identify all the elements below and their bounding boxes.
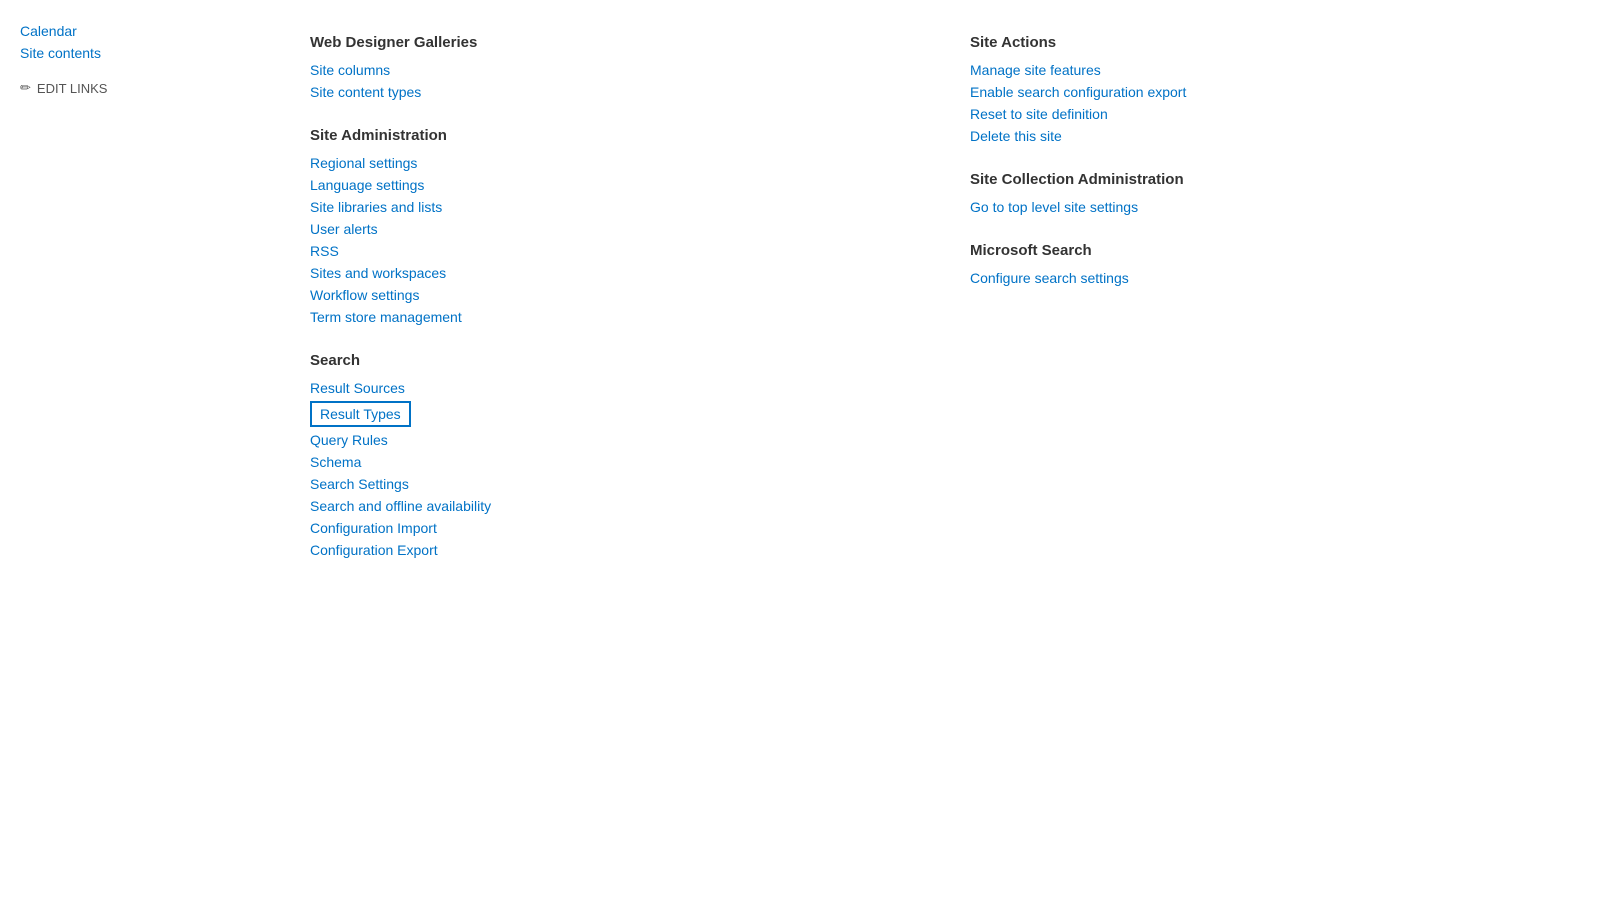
right-column: Site Actions Manage site features Enable…: [970, 10, 1470, 882]
sidebar-item-site-contents[interactable]: Site contents: [20, 42, 250, 64]
edit-links-button[interactable]: ✏ EDIT LINKS: [20, 80, 250, 96]
link-manage-site-features[interactable]: Manage site features: [970, 59, 1470, 81]
page-wrapper: Calendar Site contents ✏ EDIT LINKS Web …: [0, 0, 1600, 922]
section-heading-search: Search: [310, 352, 910, 369]
main-content: Web Designer Galleries Site columns Site…: [270, 0, 1600, 922]
link-sites-and-workspaces[interactable]: Sites and workspaces: [310, 262, 910, 284]
left-column: Web Designer Galleries Site columns Site…: [310, 10, 910, 882]
link-schema[interactable]: Schema: [310, 451, 910, 473]
link-search-settings[interactable]: Search Settings: [310, 473, 910, 495]
link-rss[interactable]: RSS: [310, 240, 910, 262]
link-site-libraries-and-lists[interactable]: Site libraries and lists: [310, 196, 910, 218]
section-web-designer-galleries: Web Designer Galleries Site columns Site…: [310, 34, 910, 103]
section-heading-microsoft-search: Microsoft Search: [970, 242, 1470, 259]
sidebar: Calendar Site contents ✏ EDIT LINKS: [0, 0, 270, 922]
link-configuration-export[interactable]: Configuration Export: [310, 539, 910, 561]
link-language-settings[interactable]: Language settings: [310, 174, 910, 196]
link-regional-settings[interactable]: Regional settings: [310, 152, 910, 174]
section-site-actions: Site Actions Manage site features Enable…: [970, 34, 1470, 147]
section-heading-web-designer-galleries: Web Designer Galleries: [310, 34, 910, 51]
link-result-sources[interactable]: Result Sources: [310, 377, 910, 399]
section-heading-site-actions: Site Actions: [970, 34, 1470, 51]
section-site-collection-administration: Site Collection Administration Go to top…: [970, 171, 1470, 218]
section-heading-site-administration: Site Administration: [310, 127, 910, 144]
section-site-administration: Site Administration Regional settings La…: [310, 127, 910, 328]
link-delete-this-site[interactable]: Delete this site: [970, 125, 1470, 147]
link-go-to-top-level-site-settings[interactable]: Go to top level site settings: [970, 196, 1470, 218]
link-query-rules[interactable]: Query Rules: [310, 429, 910, 451]
link-site-columns[interactable]: Site columns: [310, 59, 910, 81]
link-search-and-offline-availability[interactable]: Search and offline availability: [310, 495, 910, 517]
link-workflow-settings[interactable]: Workflow settings: [310, 284, 910, 306]
edit-links-label: EDIT LINKS: [37, 81, 108, 96]
section-microsoft-search: Microsoft Search Configure search settin…: [970, 242, 1470, 289]
link-user-alerts[interactable]: User alerts: [310, 218, 910, 240]
link-reset-to-site-definition[interactable]: Reset to site definition: [970, 103, 1470, 125]
link-site-content-types[interactable]: Site content types: [310, 81, 910, 103]
section-search: Search Result Sources Result Types Query…: [310, 352, 910, 561]
link-configure-search-settings[interactable]: Configure search settings: [970, 267, 1470, 289]
pencil-icon: ✏: [20, 80, 31, 96]
link-result-types[interactable]: Result Types: [310, 401, 411, 427]
link-configuration-import[interactable]: Configuration Import: [310, 517, 910, 539]
link-enable-search-configuration-export[interactable]: Enable search configuration export: [970, 81, 1470, 103]
sidebar-item-calendar[interactable]: Calendar: [20, 20, 250, 42]
section-heading-site-collection-administration: Site Collection Administration: [970, 171, 1470, 188]
link-term-store-management[interactable]: Term store management: [310, 306, 910, 328]
